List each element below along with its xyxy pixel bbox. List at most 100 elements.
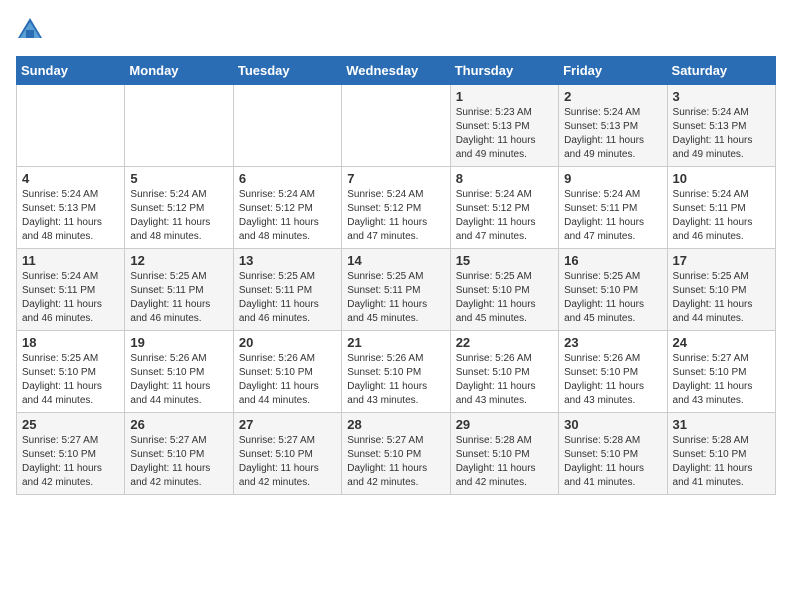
day-number: 21 xyxy=(347,335,444,350)
calendar-cell: 26 Sunrise: 5:27 AMSunset: 5:10 PMDayligh… xyxy=(125,413,233,495)
calendar-table: SundayMondayTuesdayWednesdayThursdayFrid… xyxy=(16,56,776,495)
day-number: 7 xyxy=(347,171,444,186)
calendar-cell: 24 Sunrise: 5:27 AMSunset: 5:10 PMDayligh… xyxy=(667,331,775,413)
day-info: Sunrise: 5:27 AMSunset: 5:10 PMDaylight:… xyxy=(130,434,227,490)
weekday-header: Thursday xyxy=(450,57,558,85)
calendar-cell: 21 Sunrise: 5:26 AMSunset: 5:10 PMDayligh… xyxy=(342,331,450,413)
day-number: 13 xyxy=(239,253,336,268)
day-number: 9 xyxy=(564,171,661,186)
day-info: Sunrise: 5:25 AMSunset: 5:11 PMDaylight:… xyxy=(347,270,444,326)
page-header xyxy=(16,16,776,44)
weekday-header: Saturday xyxy=(667,57,775,85)
day-number: 3 xyxy=(673,89,770,104)
logo-icon xyxy=(16,16,44,44)
weekday-header: Sunday xyxy=(17,57,125,85)
day-number: 29 xyxy=(456,417,553,432)
day-info: Sunrise: 5:25 AMSunset: 5:10 PMDaylight:… xyxy=(456,270,553,326)
calendar-week-row: 25 Sunrise: 5:27 AMSunset: 5:10 PMDayligh… xyxy=(17,413,776,495)
day-info: Sunrise: 5:25 AMSunset: 5:10 PMDaylight:… xyxy=(673,270,770,326)
calendar-cell: 8 Sunrise: 5:24 AMSunset: 5:12 PMDaylight… xyxy=(450,167,558,249)
day-info: Sunrise: 5:24 AMSunset: 5:13 PMDaylight:… xyxy=(564,106,661,162)
day-info: Sunrise: 5:24 AMSunset: 5:12 PMDaylight:… xyxy=(239,188,336,244)
calendar-cell: 10 Sunrise: 5:24 AMSunset: 5:11 PMDayligh… xyxy=(667,167,775,249)
calendar-cell: 28 Sunrise: 5:27 AMSunset: 5:10 PMDayligh… xyxy=(342,413,450,495)
day-number: 24 xyxy=(673,335,770,350)
day-info: Sunrise: 5:28 AMSunset: 5:10 PMDaylight:… xyxy=(456,434,553,490)
calendar-cell: 12 Sunrise: 5:25 AMSunset: 5:11 PMDayligh… xyxy=(125,249,233,331)
day-number: 4 xyxy=(22,171,119,186)
day-info: Sunrise: 5:24 AMSunset: 5:11 PMDaylight:… xyxy=(564,188,661,244)
calendar-cell: 14Sunrise: 5:25 AMSunset: 5:11 PMDayligh… xyxy=(342,249,450,331)
day-info: Sunrise: 5:27 AMSunset: 5:10 PMDaylight:… xyxy=(673,352,770,408)
calendar-cell: 5 Sunrise: 5:24 AMSunset: 5:12 PMDaylight… xyxy=(125,167,233,249)
day-number: 27 xyxy=(239,417,336,432)
day-info: Sunrise: 5:24 AMSunset: 5:11 PMDaylight:… xyxy=(673,188,770,244)
weekday-header: Monday xyxy=(125,57,233,85)
calendar-cell xyxy=(342,85,450,167)
day-number: 30 xyxy=(564,417,661,432)
day-number: 6 xyxy=(239,171,336,186)
weekday-header: Tuesday xyxy=(233,57,341,85)
day-number: 18 xyxy=(22,335,119,350)
calendar-cell: 31Sunrise: 5:28 AMSunset: 5:10 PMDayligh… xyxy=(667,413,775,495)
calendar-cell: 6 Sunrise: 5:24 AMSunset: 5:12 PMDaylight… xyxy=(233,167,341,249)
calendar-cell: 19 Sunrise: 5:26 AMSunset: 5:10 PMDayligh… xyxy=(125,331,233,413)
calendar-cell: 13 Sunrise: 5:25 AMSunset: 5:11 PMDayligh… xyxy=(233,249,341,331)
calendar-week-row: 11 Sunrise: 5:24 AMSunset: 5:11 PMDayligh… xyxy=(17,249,776,331)
calendar-cell: 29 Sunrise: 5:28 AMSunset: 5:10 PMDayligh… xyxy=(450,413,558,495)
day-info: Sunrise: 5:24 AMSunset: 5:12 PMDaylight:… xyxy=(347,188,444,244)
day-info: Sunrise: 5:25 AMSunset: 5:11 PMDaylight:… xyxy=(130,270,227,326)
day-info: Sunrise: 5:26 AMSunset: 5:10 PMDaylight:… xyxy=(347,352,444,408)
day-number: 26 xyxy=(130,417,227,432)
day-info: Sunrise: 5:24 AMSunset: 5:11 PMDaylight:… xyxy=(22,270,119,326)
calendar-week-row: 18 Sunrise: 5:25 AMSunset: 5:10 PMDayligh… xyxy=(17,331,776,413)
day-number: 15 xyxy=(456,253,553,268)
day-number: 1 xyxy=(456,89,553,104)
day-info: Sunrise: 5:27 AMSunset: 5:10 PMDaylight:… xyxy=(239,434,336,490)
day-number: 11 xyxy=(22,253,119,268)
day-info: Sunrise: 5:27 AMSunset: 5:10 PMDaylight:… xyxy=(22,434,119,490)
calendar-cell: 20 Sunrise: 5:26 AMSunset: 5:10 PMDayligh… xyxy=(233,331,341,413)
day-number: 22 xyxy=(456,335,553,350)
day-info: Sunrise: 5:25 AMSunset: 5:11 PMDaylight:… xyxy=(239,270,336,326)
day-number: 23 xyxy=(564,335,661,350)
calendar-header-row: SundayMondayTuesdayWednesdayThursdayFrid… xyxy=(17,57,776,85)
day-info: Sunrise: 5:27 AMSunset: 5:10 PMDaylight:… xyxy=(347,434,444,490)
calendar-cell: 30 Sunrise: 5:28 AMSunset: 5:10 PMDayligh… xyxy=(559,413,667,495)
day-number: 17 xyxy=(673,253,770,268)
day-info: Sunrise: 5:26 AMSunset: 5:10 PMDaylight:… xyxy=(564,352,661,408)
calendar-cell xyxy=(17,85,125,167)
calendar-cell xyxy=(233,85,341,167)
day-number: 2 xyxy=(564,89,661,104)
day-info: Sunrise: 5:28 AMSunset: 5:10 PMDaylight:… xyxy=(564,434,661,490)
day-info: Sunrise: 5:26 AMSunset: 5:10 PMDaylight:… xyxy=(130,352,227,408)
day-info: Sunrise: 5:26 AMSunset: 5:10 PMDaylight:… xyxy=(239,352,336,408)
calendar-cell: 23 Sunrise: 5:26 AMSunset: 5:10 PMDayligh… xyxy=(559,331,667,413)
day-info: Sunrise: 5:24 AMSunset: 5:13 PMDaylight:… xyxy=(22,188,119,244)
day-number: 31 xyxy=(673,417,770,432)
day-number: 5 xyxy=(130,171,227,186)
calendar-cell: 7 Sunrise: 5:24 AMSunset: 5:12 PMDaylight… xyxy=(342,167,450,249)
day-info: Sunrise: 5:24 AMSunset: 5:12 PMDaylight:… xyxy=(456,188,553,244)
day-info: Sunrise: 5:25 AMSunset: 5:10 PMDaylight:… xyxy=(22,352,119,408)
day-number: 8 xyxy=(456,171,553,186)
day-number: 12 xyxy=(130,253,227,268)
day-number: 25 xyxy=(22,417,119,432)
calendar-cell: 22Sunrise: 5:26 AMSunset: 5:10 PMDayligh… xyxy=(450,331,558,413)
calendar-cell: 15 Sunrise: 5:25 AMSunset: 5:10 PMDayligh… xyxy=(450,249,558,331)
day-number: 28 xyxy=(347,417,444,432)
logo xyxy=(16,16,48,44)
day-info: Sunrise: 5:23 AMSunset: 5:13 PMDaylight:… xyxy=(456,106,553,162)
day-number: 19 xyxy=(130,335,227,350)
day-number: 10 xyxy=(673,171,770,186)
day-info: Sunrise: 5:24 AMSunset: 5:13 PMDaylight:… xyxy=(673,106,770,162)
day-number: 20 xyxy=(239,335,336,350)
day-info: Sunrise: 5:24 AMSunset: 5:12 PMDaylight:… xyxy=(130,188,227,244)
weekday-header: Wednesday xyxy=(342,57,450,85)
calendar-cell: 25 Sunrise: 5:27 AMSunset: 5:10 PMDayligh… xyxy=(17,413,125,495)
calendar-cell: 4 Sunrise: 5:24 AMSunset: 5:13 PMDaylight… xyxy=(17,167,125,249)
calendar-cell: 16Sunrise: 5:25 AMSunset: 5:10 PMDayligh… xyxy=(559,249,667,331)
calendar-cell: 11 Sunrise: 5:24 AMSunset: 5:11 PMDayligh… xyxy=(17,249,125,331)
day-number: 16 xyxy=(564,253,661,268)
calendar-cell: 18 Sunrise: 5:25 AMSunset: 5:10 PMDayligh… xyxy=(17,331,125,413)
